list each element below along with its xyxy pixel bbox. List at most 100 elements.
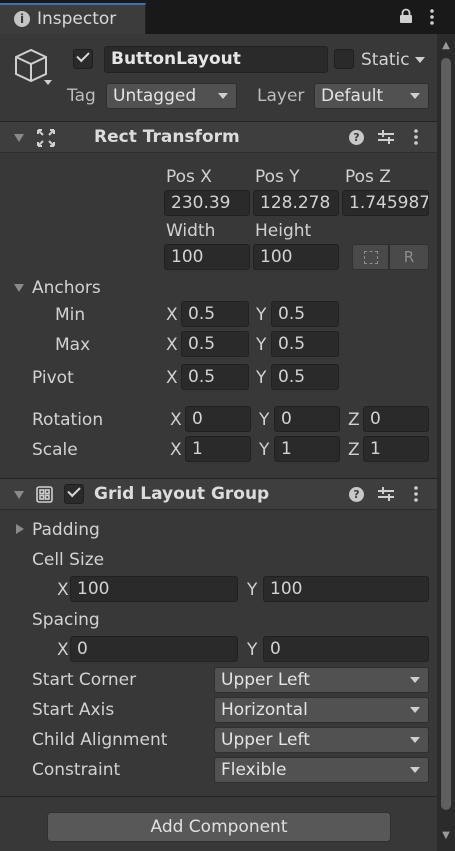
min-x-field[interactable]: 0.5 [181, 301, 249, 327]
kebab-menu-icon[interactable] [412, 485, 420, 503]
pos-z-field[interactable]: 1.745987 [342, 190, 429, 216]
pivot-label: Pivot [32, 368, 74, 388]
foldout-arrow-icon[interactable] [14, 134, 24, 142]
cube-icon [12, 46, 52, 88]
max-y-field[interactable]: 0.5 [271, 331, 339, 357]
padding-foldout-icon[interactable] [16, 524, 24, 534]
cell-size-x-field[interactable]: 100 [70, 576, 238, 602]
height-field[interactable]: 100 [253, 244, 339, 270]
rotation-y-field[interactable]: 0 [274, 406, 340, 432]
help-icon[interactable]: ? [349, 487, 364, 502]
rect-transform-icon [36, 128, 56, 148]
spacing-x-field[interactable]: 0 [70, 636, 238, 662]
scroll-down-icon[interactable]: ▼ [440, 830, 452, 842]
scale-y-axis: Y [259, 440, 270, 460]
start-axis-dropdown[interactable]: Horizontal [214, 697, 429, 723]
kebab-menu-icon[interactable] [412, 128, 420, 146]
tag-dropdown[interactable]: Untagged [106, 83, 237, 109]
chevron-down-icon [410, 93, 420, 99]
blueprint-mode-button[interactable] [352, 244, 389, 270]
rotation-label: Rotation [32, 410, 104, 430]
foldout-arrow-icon[interactable] [14, 491, 24, 499]
checkmark-icon [67, 483, 81, 498]
grid-layout-title: Grid Layout Group [94, 484, 270, 504]
tag-value: Untagged [113, 86, 197, 106]
width-field[interactable]: 100 [164, 244, 250, 270]
min-y-field[interactable]: 0.5 [271, 301, 339, 327]
start-corner-label: Start Corner [32, 670, 137, 690]
spacing-y-field[interactable]: 0 [263, 636, 429, 662]
start-axis-value: Horizontal [221, 700, 308, 720]
active-toggle[interactable] [73, 48, 93, 69]
checkmark-icon [76, 48, 90, 63]
start-axis-label: Start Axis [32, 700, 115, 720]
child-alignment-label: Child Alignment [32, 730, 168, 750]
pivot-x-axis: X [166, 368, 178, 388]
pivot-x-field[interactable]: 0.5 [181, 364, 249, 390]
spacing-label: Spacing [32, 610, 100, 630]
preset-icon[interactable] [377, 128, 395, 146]
constraint-dropdown[interactable]: Flexible [214, 757, 429, 783]
scale-label: Scale [32, 440, 78, 460]
pos-y-header: Pos Y [255, 167, 300, 187]
scale-z-field[interactable]: 1 [363, 436, 429, 462]
spacing-y-axis: Y [247, 640, 258, 660]
pivot-y-field[interactable]: 0.5 [271, 364, 339, 390]
scroll-up-icon[interactable]: ▲ [440, 40, 452, 52]
constraint-value: Flexible [221, 760, 287, 780]
chevron-down-icon [410, 737, 420, 743]
pos-x-field[interactable]: 230.39 [164, 190, 250, 216]
start-corner-value: Upper Left [221, 670, 310, 690]
help-icon[interactable]: ? [349, 130, 364, 145]
rotation-z-field[interactable]: 0 [363, 406, 429, 432]
raw-edit-button[interactable]: R [389, 244, 429, 270]
chevron-down-icon [410, 767, 420, 773]
start-corner-dropdown[interactable]: Upper Left [214, 667, 429, 693]
static-label[interactable]: Static [361, 50, 410, 70]
kebab-menu-icon[interactable] [428, 8, 436, 26]
tag-label: Tag [67, 86, 96, 106]
cell-x-axis: X [57, 580, 69, 600]
chevron-down-icon [410, 707, 420, 713]
rotation-x-axis: X [170, 410, 182, 430]
preset-icon[interactable] [377, 485, 395, 503]
scrollbar-thumb[interactable] [441, 58, 451, 810]
pos-z-header: Pos Z [345, 167, 391, 187]
grid-layout-enabled-toggle[interactable] [64, 483, 84, 504]
anchors-label[interactable]: Anchors [32, 278, 101, 298]
scale-x-field[interactable]: 1 [185, 436, 251, 462]
cell-size-y-field[interactable]: 100 [263, 576, 429, 602]
rotation-x-field[interactable]: 0 [185, 406, 251, 432]
rotation-z-axis: Z [348, 410, 360, 430]
static-toggle[interactable] [334, 49, 354, 69]
child-alignment-dropdown[interactable]: Upper Left [214, 727, 429, 753]
spacing-x-axis: X [57, 640, 69, 660]
layer-label: Layer [257, 86, 305, 106]
child-alignment-value: Upper Left [221, 730, 310, 750]
lock-icon[interactable] [398, 8, 414, 24]
height-header: Height [255, 221, 312, 241]
add-component-button[interactable]: Add Component [47, 812, 391, 842]
pos-y-field[interactable]: 128.278 [253, 190, 339, 216]
max-x-field[interactable]: 0.5 [181, 331, 249, 357]
scale-y-field[interactable]: 1 [274, 436, 340, 462]
tab-title: Inspector [37, 9, 117, 29]
tab-inspector[interactable]: i Inspector [0, 3, 146, 34]
gameobject-name-input[interactable]: ButtonLayout [104, 46, 328, 73]
anchors-foldout-icon[interactable] [14, 284, 24, 292]
pos-x-header: Pos X [166, 167, 212, 187]
chevron-down-icon [218, 93, 228, 99]
scale-x-axis: X [170, 440, 182, 460]
info-icon: i [14, 11, 30, 27]
layer-dropdown[interactable]: Default [314, 83, 429, 109]
footer-divider [0, 796, 437, 797]
padding-label[interactable]: Padding [32, 520, 100, 540]
min-label: Min [55, 305, 86, 325]
static-dropdown-icon[interactable] [415, 57, 425, 63]
chevron-down-icon [410, 677, 420, 683]
raw-edit-label: R [403, 248, 415, 266]
width-header: Width [166, 221, 216, 241]
pivot-y-axis: Y [256, 368, 267, 388]
scale-z-axis: Z [348, 440, 360, 460]
grid-layout-icon [36, 486, 53, 503]
